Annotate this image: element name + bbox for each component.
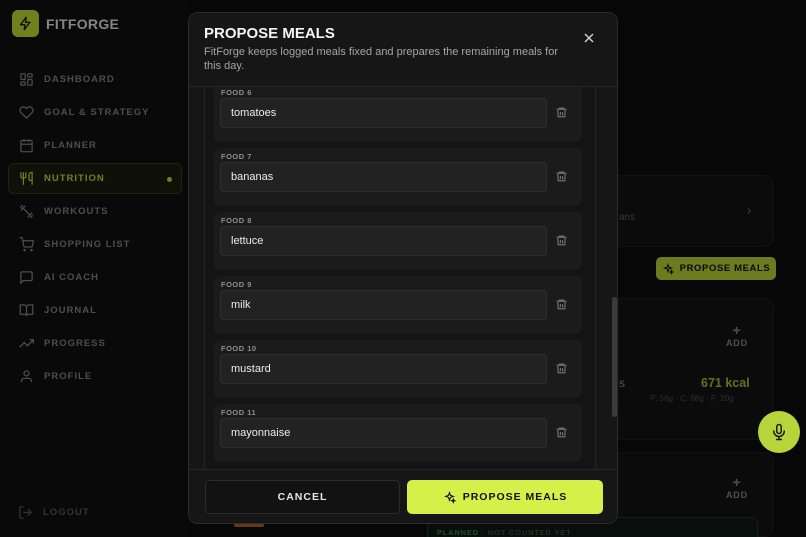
food-input[interactable] — [220, 290, 547, 320]
food-list-scroll-area[interactable]: FOOD 6 FOOD 7 FOOD 8 FOOD 9 — [204, 87, 596, 479]
trash-icon[interactable] — [555, 170, 568, 183]
food-label: FOOD 9 — [221, 280, 252, 289]
food-input[interactable] — [220, 98, 547, 128]
trash-icon[interactable] — [555, 106, 568, 119]
food-label: FOOD 7 — [221, 152, 252, 161]
propose-meals-button[interactable]: PROPOSE MEALS — [407, 480, 603, 514]
food-input[interactable] — [220, 226, 547, 256]
propose-meals-dialog: PROPOSE MEALS FitForge keeps logged meal… — [188, 12, 618, 524]
trash-icon[interactable] — [555, 298, 568, 311]
food-item: FOOD 6 — [214, 87, 582, 142]
food-input[interactable] — [220, 162, 547, 192]
cancel-button[interactable]: CANCEL — [205, 480, 400, 514]
close-icon[interactable] — [581, 30, 597, 46]
dialog-description: FitForge keeps logged meals fixed and pr… — [204, 46, 559, 72]
food-label: FOOD 8 — [221, 216, 252, 225]
microphone-icon — [773, 423, 785, 441]
trash-icon[interactable] — [555, 234, 568, 247]
trash-icon[interactable] — [555, 426, 568, 439]
food-label: FOOD 6 — [221, 88, 252, 97]
food-item: FOOD 10 — [214, 340, 582, 398]
dialog-title: PROPOSE MEALS — [204, 25, 335, 42]
trash-icon[interactable] — [555, 362, 568, 375]
dialog-header: PROPOSE MEALS FitForge keeps logged meal… — [189, 13, 617, 87]
scrollbar-thumb[interactable] — [612, 297, 617, 417]
food-input[interactable] — [220, 354, 547, 384]
food-label: FOOD 11 — [221, 408, 257, 417]
scrollbar[interactable] — [611, 87, 617, 479]
food-item: FOOD 8 — [214, 212, 582, 270]
food-label: FOOD 10 — [221, 344, 257, 353]
sparkles-icon — [443, 490, 456, 504]
food-input[interactable] — [220, 418, 547, 448]
app-root: FITFORGE DASHBOARD GOAL & STRATEGY PLANN… — [0, 0, 806, 537]
food-item: FOOD 11 — [214, 404, 582, 462]
voice-input-button[interactable] — [758, 411, 800, 453]
food-list: FOOD 6 FOOD 7 FOOD 8 FOOD 9 — [204, 87, 596, 479]
propose-meals-label: PROPOSE MEALS — [462, 491, 568, 503]
dialog-footer: CANCEL PROPOSE MEALS — [189, 469, 617, 523]
food-item: FOOD 9 — [214, 276, 582, 334]
food-item: FOOD 7 — [214, 148, 582, 206]
